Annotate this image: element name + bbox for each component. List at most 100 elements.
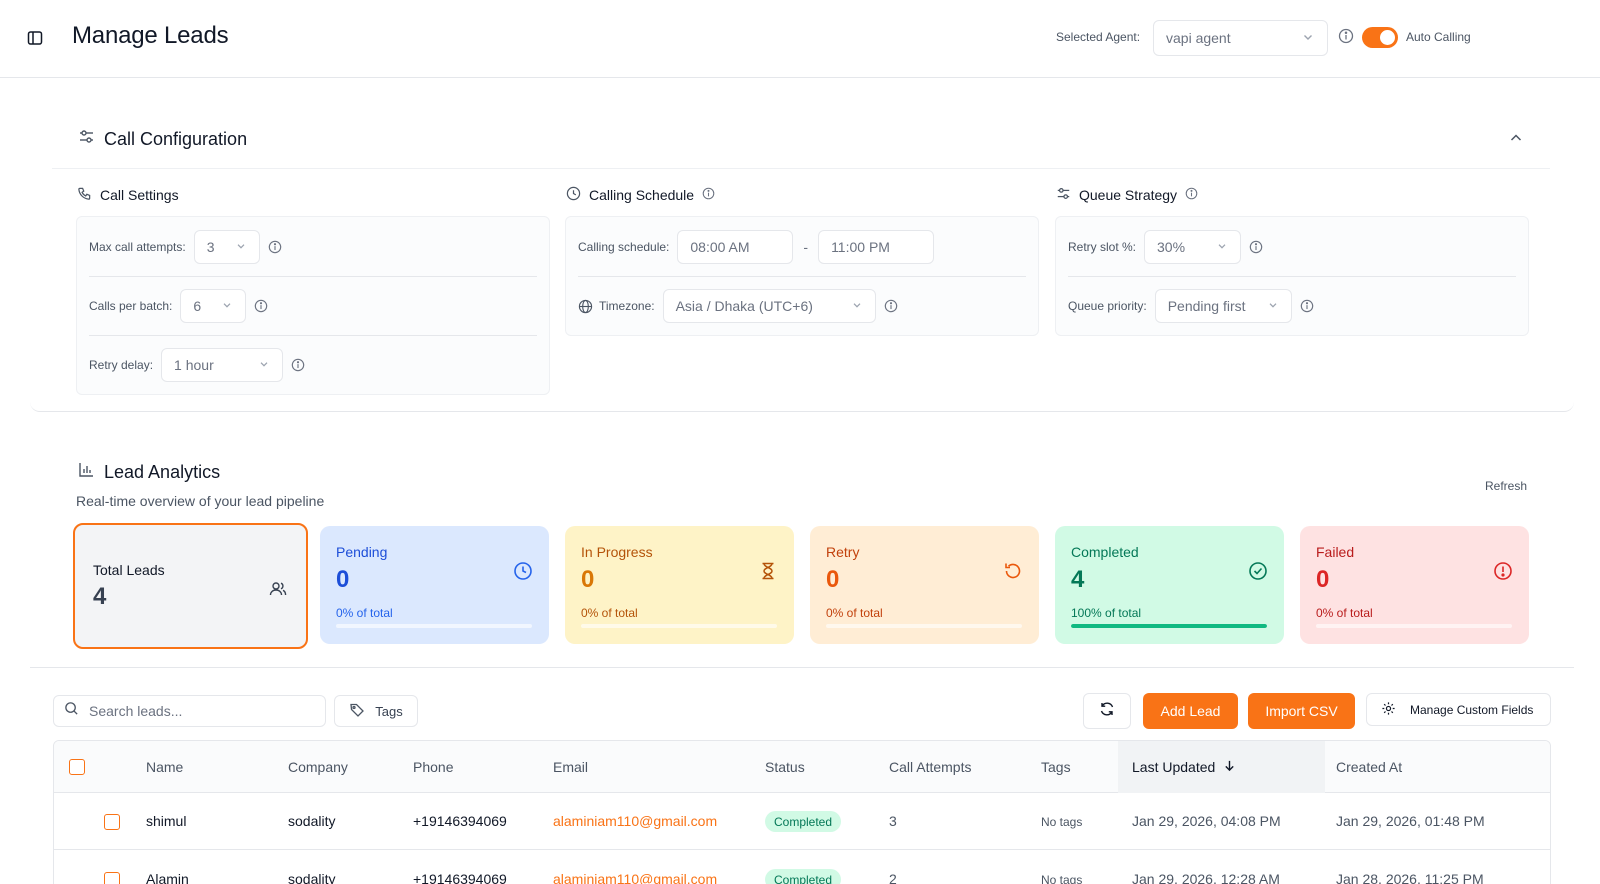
queue-priority-row: Queue priority: Pending first [1068,276,1516,335]
stat-card-in-progress[interactable]: In Progress 0 0% of total [565,526,794,644]
timezone-select[interactable]: Asia / Dhaka (UTC+6) [662,289,876,323]
column-header-call-attempts[interactable]: Call Attempts [889,759,971,775]
timezone-row: Timezone: Asia / Dhaka (UTC+6) [578,276,1026,335]
timezone-label: Timezone: [599,299,655,313]
rotate-ccw-icon [1003,561,1023,586]
stat-value: 4 [93,583,107,610]
cell-email[interactable]: alaminiam110@gmail.com [553,813,717,829]
table-header: Name Company Phone Email Status Call Att… [54,741,1550,793]
calls-per-batch-row: Calls per batch: 6 [89,276,537,335]
info-icon[interactable] [268,240,282,254]
info-icon[interactable] [1249,240,1263,254]
analytics-subtitle: Real-time overview of your lead pipeline [76,493,325,509]
stat-value: 4 [1071,566,1085,593]
queue-priority-value: Pending first [1167,298,1246,314]
column-header-company[interactable]: Company [288,759,348,775]
calls-per-batch-select[interactable]: 6 [180,289,247,323]
column-header-tags[interactable]: Tags [1041,759,1071,775]
stat-progress-bar [336,624,532,628]
chevron-down-icon [1216,239,1228,255]
info-icon[interactable] [1185,187,1198,203]
column-header-created-at[interactable]: Created At [1336,759,1402,775]
auto-calling-toggle[interactable] [1362,27,1398,48]
status-badge: Completed [765,869,842,884]
refresh-link[interactable]: Refresh [1485,479,1527,493]
info-icon[interactable] [291,358,305,372]
alert-circle-icon [1493,561,1513,586]
max-attempts-select[interactable]: 3 [193,229,260,264]
stat-card-pending[interactable]: Pending 0 0% of total [320,526,549,644]
column-header-email[interactable]: Email [553,759,588,775]
gear-icon [1381,701,1396,719]
retry-slot-row: Retry slot %: 30% [1068,217,1516,276]
queue-strategy-header: Queue Strategy [1056,186,1198,204]
retry-slot-select[interactable]: 30% [1144,229,1242,264]
stat-percent: 0% of total [826,606,883,620]
sidebar-toggle-icon[interactable] [26,29,44,47]
retry-delay-row: Retry delay: 1 hour [89,335,537,394]
refresh-button[interactable] [1083,693,1131,729]
max-attempts-label: Max call attempts: [89,239,186,254]
info-icon[interactable] [884,299,898,313]
stat-value: 0 [336,566,350,593]
stat-card-completed[interactable]: Completed 4 100% of total [1055,526,1284,644]
agent-select[interactable]: vapi agent [1153,20,1328,56]
stat-card-failed[interactable]: Failed 0 0% of total [1300,526,1529,644]
schedule-row: Calling schedule: 08:00 AM - 11:00 PM [578,217,1026,276]
manage-custom-fields-button[interactable]: Manage Custom Fields [1366,693,1551,726]
search-input[interactable] [89,703,309,719]
column-header-name[interactable]: Name [146,759,183,775]
section-title: Lead Analytics [104,461,221,482]
cell-email[interactable]: alaminiam110@gmail.com [553,871,717,884]
search-box[interactable] [53,695,326,727]
start-time-input[interactable]: 08:00 AM [677,229,794,264]
stat-card-total[interactable]: Total Leads 4 [73,523,308,649]
queue-strategy-box: Retry slot %: 30% Queue priority: Pendin… [1055,216,1529,336]
users-icon [268,579,288,604]
timezone-value: Asia / Dhaka (UTC+6) [675,298,813,314]
clock-icon [566,186,581,204]
section-title: Call Configuration [104,128,248,149]
call-configuration-header: Call Configuration [78,128,247,150]
status-badge: Completed [765,811,842,832]
queue-priority-select[interactable]: Pending first [1154,289,1292,323]
retry-delay-select[interactable]: 1 hour [161,348,284,382]
end-time-input[interactable]: 11:00 PM [818,229,935,264]
info-icon[interactable] [1338,28,1354,49]
row-checkbox[interactable] [104,814,120,830]
retry-slot-value: 30% [1157,238,1186,255]
stat-value: 0 [581,566,595,593]
select-all-checkbox[interactable] [69,759,85,775]
stat-card-retry[interactable]: Retry 0 0% of total [810,526,1039,644]
cell-phone: +19146394069 [413,871,507,884]
tags-filter-button[interactable]: Tags [334,695,418,727]
column-header-status[interactable]: Status [765,759,805,775]
retry-slot-label: Retry slot %: [1068,239,1137,254]
info-icon[interactable] [254,299,268,313]
chevron-up-icon[interactable] [1508,130,1524,151]
row-checkbox[interactable] [104,872,120,884]
info-icon[interactable] [1300,299,1314,313]
max-attempts-row: Max call attempts: 3 [89,217,537,276]
retry-delay-value: 1 hour [174,357,214,373]
stat-progress-bar [1071,624,1267,628]
column-header-phone[interactable]: Phone [413,759,453,775]
end-time-value: 11:00 PM [831,238,890,255]
bar-chart-icon [78,461,95,483]
import-csv-button[interactable]: Import CSV [1248,693,1355,729]
calling-schedule-header: Calling Schedule [566,186,715,204]
info-icon[interactable] [702,187,715,203]
lead-analytics-header: Lead Analytics [78,461,220,483]
sliders-icon [1056,186,1071,204]
chevron-down-icon [235,239,247,255]
cell-phone: +19146394069 [413,813,507,829]
add-lead-button[interactable]: Add Lead [1143,693,1238,729]
stat-percent: 0% of total [336,606,393,620]
calling-schedule-box: Calling schedule: 08:00 AM - 11:00 PM Ti… [565,216,1039,336]
refresh-icon [1099,701,1115,722]
stat-percent: 0% of total [1316,606,1373,620]
calls-per-batch-label: Calls per batch: [89,299,173,313]
table-row[interactable]: shimul sodality +19146394069 alaminiam11… [54,793,1550,850]
column-header-last-updated[interactable]: Last Updated [1132,759,1236,775]
table-row[interactable]: Alamin sodality +19146394069 alaminiam11… [54,851,1550,884]
